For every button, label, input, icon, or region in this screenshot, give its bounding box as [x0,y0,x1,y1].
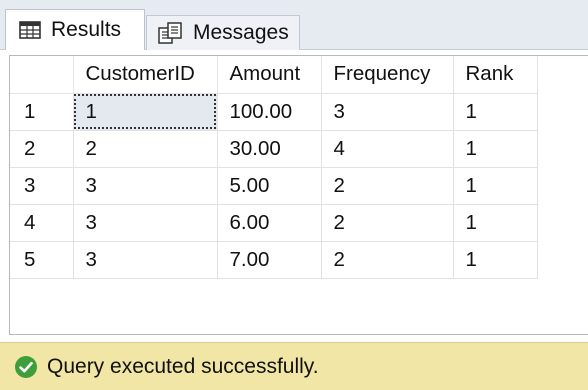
query-status-bar: Query executed successfully. [0,342,588,390]
tab-results[interactable]: Results [5,9,145,50]
cell-frequency[interactable]: 3 [321,93,454,131]
cell-amount[interactable]: 100.00 [217,93,322,131]
cell-amount[interactable]: 7.00 [217,241,322,279]
table-row: 1 1 100.00 3 1 [10,93,538,131]
column-header-frequency[interactable]: Frequency [321,56,454,94]
row-number[interactable]: 3 [10,167,74,205]
column-header-customerid[interactable]: CustomerID [73,56,218,94]
row-number[interactable]: 5 [10,241,74,279]
cell-frequency[interactable]: 2 [321,204,454,242]
tab-messages-label: Messages [193,21,289,44]
cell-amount[interactable]: 30.00 [217,130,322,168]
check-circle-icon [14,355,38,379]
tab-messages[interactable]: Messages [146,15,300,50]
cell-frequency[interactable]: 2 [321,241,454,279]
status-message: Query executed successfully. [47,354,319,378]
column-header-rank[interactable]: Rank [453,56,538,94]
cell-customerid[interactable]: 3 [73,167,218,205]
cell-rank[interactable]: 1 [453,93,538,131]
table-row: 4 3 6.00 2 1 [10,204,538,242]
results-tab-bar: Results Messages [0,0,588,50]
cell-frequency[interactable]: 4 [321,130,454,168]
results-grid: CustomerID Amount Frequency Rank 1 1 100… [10,56,538,279]
results-grid-area: CustomerID Amount Frequency Rank 1 1 100… [0,50,588,342]
table-row: 3 3 5.00 2 1 [10,167,538,205]
row-number[interactable]: 4 [10,204,74,242]
grid-results-icon [19,21,41,39]
cell-rank[interactable]: 1 [453,204,538,242]
cell-rank[interactable]: 1 [453,167,538,205]
cell-rank[interactable]: 1 [453,241,538,279]
row-number[interactable]: 2 [10,130,74,168]
grid-header-row: CustomerID Amount Frequency Rank [10,56,538,94]
table-row: 2 2 30.00 4 1 [10,130,538,168]
messages-icon [157,22,183,44]
tab-results-label: Results [51,18,122,41]
table-row: 5 3 7.00 2 1 [10,241,538,279]
column-header-amount[interactable]: Amount [217,56,322,94]
row-number[interactable]: 1 [10,93,74,131]
row-number-header[interactable] [10,56,74,94]
cell-amount[interactable]: 5.00 [217,167,322,205]
cell-amount[interactable]: 6.00 [217,204,322,242]
cell-rank[interactable]: 1 [453,130,538,168]
cell-frequency[interactable]: 2 [321,167,454,205]
cell-customerid[interactable]: 3 [73,241,218,279]
cell-customerid[interactable]: 2 [73,130,218,168]
cell-customerid[interactable]: 3 [73,204,218,242]
cell-customerid[interactable]: 1 [73,93,218,131]
